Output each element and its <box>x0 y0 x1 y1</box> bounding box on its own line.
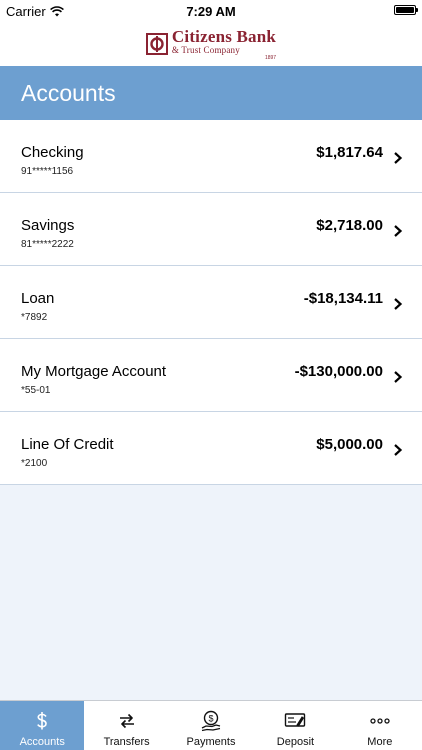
account-number: *7892 <box>21 312 48 323</box>
chevron-right-icon <box>394 298 403 310</box>
logo-name: Citizens Bank <box>171 26 277 46</box>
svg-text:$: $ <box>209 713 214 723</box>
chevron-right-icon <box>394 371 403 383</box>
account-number: *55-01 <box>21 385 51 396</box>
tab-deposit[interactable]: Deposit <box>253 701 337 750</box>
account-name: Checking <box>21 144 84 161</box>
account-name: Loan <box>21 290 55 307</box>
account-list: Checking 91*****1156 $1,817.64 Savings 8… <box>0 120 422 485</box>
tab-label: Transfers <box>103 736 150 748</box>
battery-icon <box>394 5 418 15</box>
chevron-right-icon <box>394 225 403 237</box>
account-balance: -$18,134.11 <box>303 290 383 307</box>
status-time: 7:29 AM <box>186 4 236 19</box>
dollar-icon <box>37 712 48 730</box>
tab-label: Payments <box>186 736 236 748</box>
account-number: 91*****1156 <box>21 166 74 177</box>
tab-accounts[interactable]: Accounts <box>0 701 85 750</box>
page-title-bar: Accounts <box>0 66 422 120</box>
bank-logo-icon <box>145 33 168 55</box>
more-dots-icon <box>370 718 390 724</box>
page-title: Accounts <box>21 79 116 106</box>
account-number: *2100 <box>21 458 48 469</box>
check-deposit-icon <box>285 713 306 727</box>
account-name: Savings <box>21 217 75 234</box>
account-balance: $2,718.00 <box>316 217 383 234</box>
tab-payments[interactable]: $ Payments <box>169 701 253 750</box>
payments-icon: $ <box>201 710 221 732</box>
account-row-loan[interactable]: Loan *7892 -$18,134.11 <box>0 266 422 339</box>
tab-more[interactable]: More <box>338 701 422 750</box>
bank-logo: Citizens Bank & Trust Company 1897 <box>145 26 277 61</box>
account-row-checking[interactable]: Checking 91*****1156 $1,817.64 <box>0 120 422 193</box>
logo-year: 1897 <box>264 54 277 61</box>
status-bar: Carrier 7:29 AM <box>0 0 422 22</box>
tab-transfers[interactable]: Transfers <box>84 701 168 750</box>
logo-bar: Citizens Bank & Trust Company 1897 <box>0 22 422 66</box>
transfer-arrows-icon <box>119 713 134 729</box>
account-row-mortgage[interactable]: My Mortgage Account *55-01 -$130,000.00 <box>0 339 422 412</box>
tab-label: More <box>367 736 393 748</box>
account-balance: $1,817.64 <box>316 144 383 161</box>
chevron-right-icon <box>394 152 403 164</box>
logo-subname: & Trust Company <box>171 44 240 55</box>
account-row-savings[interactable]: Savings 81*****2222 $2,718.00 <box>0 193 422 266</box>
tab-label: Deposit <box>276 736 315 748</box>
tab-label: Accounts <box>19 736 65 748</box>
account-row-line-of-credit[interactable]: Line Of Credit *2100 $5,000.00 <box>0 412 422 485</box>
account-name: Line Of Credit <box>21 436 114 453</box>
account-balance: $5,000.00 <box>316 436 383 453</box>
account-number: 81*****2222 <box>21 239 74 250</box>
account-name: My Mortgage Account <box>21 363 167 380</box>
tab-bar: Accounts Transfers $ Payments Deposit Mo… <box>0 700 422 750</box>
chevron-right-icon <box>394 444 403 456</box>
account-balance: -$130,000.00 <box>294 363 383 380</box>
